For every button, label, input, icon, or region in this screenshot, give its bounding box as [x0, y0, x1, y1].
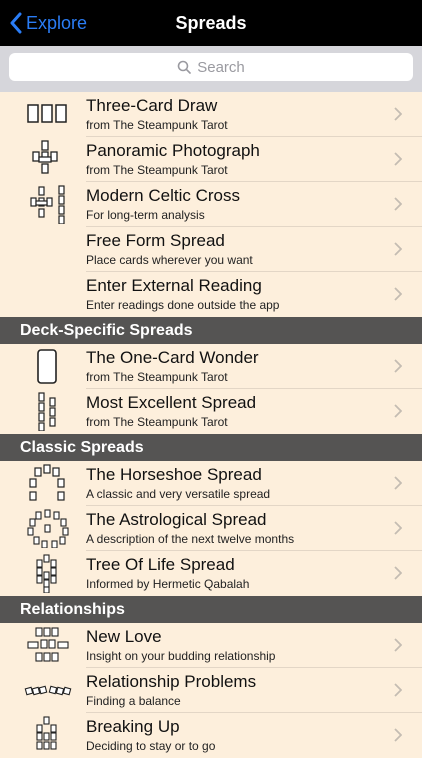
breaking-up-spread-icon — [36, 716, 57, 750]
astrological-circle-icon — [27, 509, 69, 548]
list-item-subtitle: from The Steampunk Tarot — [86, 118, 228, 132]
chevron-right-icon — [394, 683, 402, 697]
horseshoe-spread-icon — [29, 464, 65, 501]
chevron-right-icon — [394, 359, 402, 373]
list-item-title: Three-Card Draw — [86, 96, 218, 115]
list-item-horseshoe-spread[interactable]: The Horseshoe Spread A classic and very … — [0, 461, 422, 506]
list-item-three-card-draw[interactable]: Three-Card Draw from The Steampunk Tarot — [0, 92, 422, 137]
chevron-right-icon — [394, 404, 402, 418]
list-item-title: Enter External Reading — [86, 276, 262, 295]
three-card-icon — [27, 104, 67, 123]
two-column-spread-icon — [38, 392, 56, 431]
list-item-title: The Horseshoe Spread — [86, 465, 262, 484]
chevron-right-icon — [394, 152, 402, 166]
chevron-right-icon — [394, 476, 402, 490]
chevron-right-icon — [394, 107, 402, 121]
list-item-astrological-spread[interactable]: The Astrological Spread A description of… — [0, 506, 422, 551]
list-item-title: Most Excellent Spread — [86, 393, 257, 412]
chevron-right-icon — [394, 197, 402, 211]
list-item-panoramic-photograph[interactable]: Panoramic Photograph from The Steampunk … — [0, 137, 422, 182]
list-item-new-love[interactable]: New Love Insight on your budding relatio… — [0, 623, 422, 668]
list-item-subtitle: Insight on your budding relationship — [86, 649, 276, 663]
single-card-icon — [37, 349, 57, 384]
list-item-subtitle: from The Steampunk Tarot — [86, 370, 228, 384]
chevron-right-icon — [394, 242, 402, 256]
section-header-deck-specific: Deck-Specific Spreads — [0, 317, 422, 344]
list-item-free-form-spread[interactable]: Free Form Spread Place cards wherever yo… — [0, 227, 422, 272]
chevron-right-icon — [394, 728, 402, 742]
chevron-right-icon — [394, 566, 402, 580]
spreads-list: Three-Card Draw from The Steampunk Tarot… — [0, 92, 422, 758]
list-item-subtitle: A description of the next twelve months — [86, 532, 295, 546]
list-item-subtitle: Finding a balance — [86, 694, 181, 708]
list-item-relationship-problems[interactable]: Relationship Problems Finding a balance — [0, 668, 422, 713]
navigation-bar: Explore Spreads — [0, 0, 422, 46]
chevron-right-icon — [394, 521, 402, 535]
new-love-spread-icon — [27, 627, 69, 662]
list-item-title: Free Form Spread — [86, 231, 225, 250]
page-title: Spreads — [175, 12, 247, 33]
list-item-title: Breaking Up — [86, 717, 180, 736]
panoramic-spread-icon — [32, 140, 58, 174]
list-item-subtitle: from The Steampunk Tarot — [86, 415, 228, 429]
section-header-relationships: Relationships — [0, 596, 422, 623]
list-item-one-card-wonder[interactable]: The One-Card Wonder from The Steampunk T… — [0, 344, 422, 389]
relationship-problems-icon — [24, 685, 72, 696]
list-item-title: Panoramic Photograph — [86, 141, 260, 160]
list-item-subtitle: For long-term analysis — [86, 208, 205, 222]
list-item-tree-of-life-spread[interactable]: Tree Of Life Spread Informed by Hermetic… — [0, 551, 422, 596]
list-item-subtitle: Deciding to stay or to go — [86, 739, 216, 753]
chevron-right-icon — [394, 638, 402, 652]
list-item-subtitle: Enter readings done outside the app — [86, 298, 280, 312]
list-item-subtitle: Informed by Hermetic Qabalah — [86, 577, 250, 591]
list-item-subtitle: Place cards wherever you want — [86, 253, 253, 267]
list-item-most-excellent-spread[interactable]: Most Excellent Spread from The Steampunk… — [0, 389, 422, 434]
list-item-title: Relationship Problems — [86, 672, 257, 691]
search-icon — [177, 60, 192, 74]
list-item-title: Tree Of Life Spread — [86, 555, 235, 574]
list-item-title: The One-Card Wonder — [86, 348, 259, 367]
chevron-right-icon — [394, 287, 402, 301]
list-item-title: New Love — [86, 627, 162, 646]
list-item-subtitle: from The Steampunk Tarot — [86, 163, 228, 177]
list-item-enter-external-reading[interactable]: Enter External Reading Enter readings do… — [0, 272, 422, 317]
search-bar: Search — [0, 46, 422, 92]
list-item-title: The Astrological Spread — [86, 510, 267, 529]
search-input[interactable]: Search — [9, 53, 413, 81]
list-item-title: Modern Celtic Cross — [86, 186, 240, 205]
list-item-breaking-up[interactable]: Breaking Up Deciding to stay or to go — [0, 713, 422, 758]
section-header-classic: Classic Spreads — [0, 434, 422, 461]
list-item-subtitle: A classic and very versatile spread — [86, 487, 271, 501]
list-item-modern-celtic-cross[interactable]: Modern Celtic Cross For long-term analys… — [0, 182, 422, 227]
search-placeholder: Search — [197, 58, 245, 76]
tree-of-life-icon — [36, 554, 57, 593]
celtic-cross-icon — [30, 185, 65, 224]
